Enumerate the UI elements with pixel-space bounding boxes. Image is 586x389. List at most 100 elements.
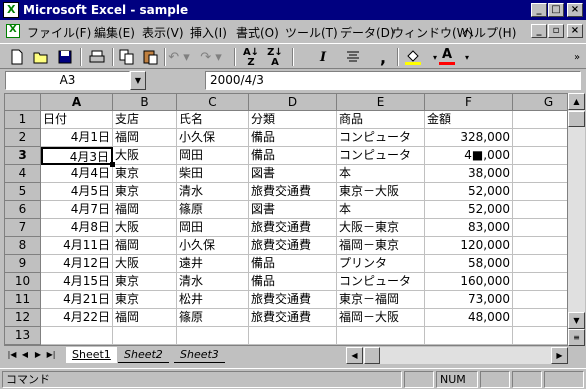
column-header-b[interactable]: B xyxy=(113,94,177,111)
column-header-g[interactable]: G xyxy=(513,94,567,111)
print-icon[interactable] xyxy=(86,47,108,68)
menu-edit[interactable]: 編集(E) xyxy=(94,24,135,41)
sort-ascending-icon[interactable]: A↓ Z xyxy=(240,47,262,68)
cell-c12[interactable]: 篠原 xyxy=(177,309,249,327)
close-button[interactable]: × xyxy=(567,3,583,17)
cell-c4[interactable]: 柴田 xyxy=(177,165,249,183)
row-header-7[interactable]: 7 xyxy=(5,219,41,237)
row-header-8[interactable]: 8 xyxy=(5,237,41,255)
cell-a2[interactable]: 4月1日 xyxy=(41,129,113,147)
cell-f9[interactable]: 58,000 xyxy=(425,255,513,273)
cell-a12[interactable]: 4月22日 xyxy=(41,309,113,327)
cell-b12[interactable]: 福岡 xyxy=(113,309,177,327)
cell-d11[interactable]: 旅費交通費 xyxy=(249,291,337,309)
menu-help[interactable]: ヘルプ(H) xyxy=(462,24,516,41)
row-header-13[interactable]: 13 xyxy=(5,327,41,345)
cell-f1[interactable]: 金額 xyxy=(425,111,513,129)
cell-d8[interactable]: 旅費交通費 xyxy=(249,237,337,255)
cell-b11[interactable]: 東京 xyxy=(113,291,177,309)
fill-color-icon[interactable] xyxy=(402,47,424,68)
column-header-e[interactable]: E xyxy=(337,94,425,111)
cell-c11[interactable]: 松井 xyxy=(177,291,249,309)
cell-d9[interactable]: 備品 xyxy=(249,255,337,273)
cell-e10[interactable]: コンピュータ xyxy=(337,273,425,291)
cell-f10[interactable]: 160,000 xyxy=(425,273,513,291)
cell-a6[interactable]: 4月7日 xyxy=(41,201,113,219)
chevron-down-icon[interactable]: ▼ xyxy=(130,71,146,90)
cell-a11[interactable]: 4月21日 xyxy=(41,291,113,309)
next-sheet-icon[interactable]: ▶ xyxy=(32,348,44,362)
cell-d7[interactable]: 旅費交通費 xyxy=(249,219,337,237)
cell-f8[interactable]: 120,000 xyxy=(425,237,513,255)
cell-d5[interactable]: 旅費交通費 xyxy=(249,183,337,201)
cell-f11[interactable]: 73,000 xyxy=(425,291,513,309)
cell-b6[interactable]: 福岡 xyxy=(113,201,177,219)
cell-g10[interactable] xyxy=(513,273,567,291)
scroll-right-icon[interactable]: ▶ xyxy=(551,347,568,364)
cell-b9[interactable]: 大阪 xyxy=(113,255,177,273)
cell-g12[interactable] xyxy=(513,309,567,327)
cell-d3[interactable]: 備品 xyxy=(249,147,337,165)
cell-a7[interactable]: 4月8日 xyxy=(41,219,113,237)
cell-c2[interactable]: 小久保 xyxy=(177,129,249,147)
menu-view[interactable]: 表示(V) xyxy=(142,24,184,41)
split-box-icon[interactable]: ≡ xyxy=(568,329,585,346)
menu-insert[interactable]: 挿入(I) xyxy=(190,24,227,41)
cell-b2[interactable]: 福岡 xyxy=(113,129,177,147)
cell-g13[interactable] xyxy=(513,327,567,345)
row-header-10[interactable]: 10 xyxy=(5,273,41,291)
column-header-a[interactable]: A xyxy=(41,94,113,111)
cell-a5[interactable]: 4月5日 xyxy=(41,183,113,201)
cell-g5[interactable] xyxy=(513,183,567,201)
cell-a10[interactable]: 4月15日 xyxy=(41,273,113,291)
row-header-3[interactable]: 3 xyxy=(5,147,41,165)
cell-e7[interactable]: 大阪－東京 xyxy=(337,219,425,237)
scroll-up-icon[interactable]: ▲ xyxy=(568,93,585,110)
row-header-4[interactable]: 4 xyxy=(5,165,41,183)
cell-d6[interactable]: 図書 xyxy=(249,201,337,219)
cell-d4[interactable]: 図書 xyxy=(249,165,337,183)
column-header-f[interactable]: F xyxy=(425,94,513,111)
excel-app-icon[interactable] xyxy=(3,2,19,18)
column-header-c[interactable]: C xyxy=(177,94,249,111)
cell-g6[interactable] xyxy=(513,201,567,219)
select-all-corner[interactable] xyxy=(5,94,41,111)
row-header-1[interactable]: 1 xyxy=(5,111,41,129)
cell-e12[interactable]: 福岡－大阪 xyxy=(337,309,425,327)
new-icon[interactable] xyxy=(6,47,28,68)
cell-g3[interactable] xyxy=(513,147,567,165)
copy-icon[interactable] xyxy=(116,47,138,68)
cell-a1[interactable]: 日付 xyxy=(41,111,113,129)
cell-c3[interactable]: 岡田 xyxy=(177,147,249,165)
name-box[interactable]: A3 xyxy=(5,71,130,90)
row-header-11[interactable]: 11 xyxy=(5,291,41,309)
row-header-5[interactable]: 5 xyxy=(5,183,41,201)
sheet-tab-sheet3[interactable]: Sheet3 xyxy=(174,347,225,363)
cell-a8[interactable]: 4月11日 xyxy=(41,237,113,255)
cell-b10[interactable]: 東京 xyxy=(113,273,177,291)
doc-minimize-button[interactable]: _ xyxy=(531,24,547,38)
vertical-scrollbar[interactable]: ▲ ▼ ≡ xyxy=(568,93,585,346)
cell-a9[interactable]: 4月12日 xyxy=(41,255,113,273)
horizontal-scrollbar[interactable]: ◀ ▶ xyxy=(346,347,568,364)
open-icon[interactable] xyxy=(30,47,52,68)
paste-icon[interactable] xyxy=(140,47,162,68)
cell-f2[interactable]: 328,000 xyxy=(425,129,513,147)
toolbar-more-icon[interactable]: » xyxy=(566,47,586,68)
cell-b8[interactable]: 福岡 xyxy=(113,237,177,255)
cell-e2[interactable]: コンピュータ xyxy=(337,129,425,147)
cell-b4[interactable]: 東京 xyxy=(113,165,177,183)
cell-c13[interactable] xyxy=(177,327,249,345)
cell-g2[interactable] xyxy=(513,129,567,147)
cell-g11[interactable] xyxy=(513,291,567,309)
scroll-left-icon[interactable]: ◀ xyxy=(346,347,363,364)
cell-c8[interactable]: 小久保 xyxy=(177,237,249,255)
cell-a3[interactable]: 4月3日 xyxy=(41,147,113,165)
cell-e6[interactable]: 本 xyxy=(337,201,425,219)
hscroll-thumb[interactable] xyxy=(364,347,380,364)
cell-g9[interactable] xyxy=(513,255,567,273)
font-color-icon[interactable]: A xyxy=(436,47,458,68)
cell-f12[interactable]: 48,000 xyxy=(425,309,513,327)
maximize-button[interactable]: □ xyxy=(548,3,564,17)
doc-close-button[interactable]: × xyxy=(567,24,583,38)
